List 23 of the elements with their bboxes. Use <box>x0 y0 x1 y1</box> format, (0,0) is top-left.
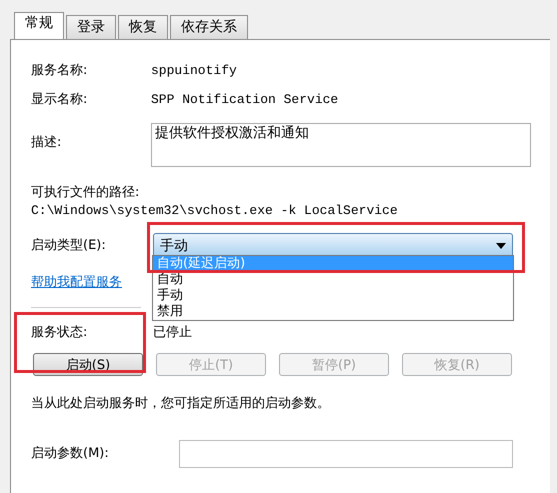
field-value: SPP Notification Service <box>151 92 338 108</box>
parameters-field[interactable] <box>179 440 513 468</box>
help-link[interactable]: 帮助我配置服务 <box>31 275 122 291</box>
field-label: 显示名称: <box>31 92 88 108</box>
caret-icon <box>496 242 506 248</box>
field-label: 启动类型(E): <box>31 238 107 254</box>
field-label: 描述: <box>31 134 62 152</box>
hint-text: 当从此处启动服务时，您可指定所适用的启动参数。 <box>31 396 331 412</box>
dropdown-option[interactable]: 自动 <box>153 272 513 288</box>
status-value: 已停止 <box>153 325 192 341</box>
tab[interactable]: 依存关系 <box>170 15 248 39</box>
tab[interactable]: 恢复 <box>118 15 168 39</box>
field-label: 服务名称: <box>31 62 88 78</box>
dropdown-option[interactable]: 禁用 <box>153 304 513 320</box>
path-text: C:\Windows\system32\svchost.exe -k LocalService <box>31 203 399 219</box>
field-label: 启动参数(M): <box>31 446 110 462</box>
dropdown-option[interactable]: 手动 <box>153 288 513 304</box>
tab[interactable]: 登录 <box>66 15 116 39</box>
field-label: 可执行文件的路径: <box>31 185 140 201</box>
field-label: 服务状态: <box>31 325 88 341</box>
description-box[interactable]: 提供软件授权激活和通知 <box>151 123 531 167</box>
field-value: sppuinotify <box>151 62 237 78</box>
tab[interactable]: 常规 <box>14 12 64 39</box>
